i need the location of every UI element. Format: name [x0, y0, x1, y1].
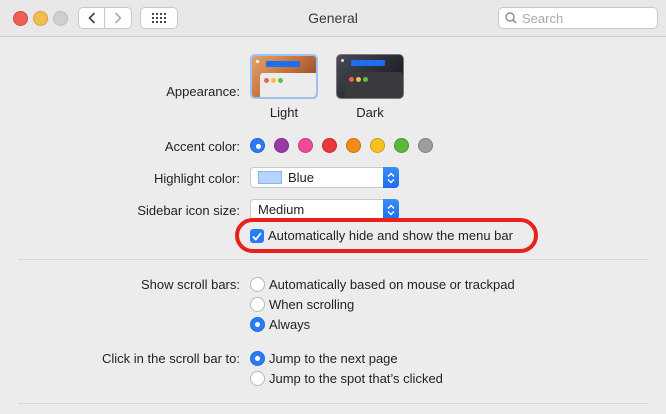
- preview-close-dot: [349, 77, 354, 82]
- show-scroll-bars-label: Show scroll bars:: [141, 277, 240, 292]
- scroll-bars-automatic-label[interactable]: Automatically based on mouse or trackpad: [269, 277, 515, 292]
- highlight-color-label: Highlight color:: [154, 171, 240, 186]
- appearance-dark-caption: Dark: [356, 105, 384, 120]
- preview-zoom-dot: [278, 78, 283, 83]
- scroll-bars-when-scrolling-label[interactable]: When scrolling: [269, 297, 354, 312]
- preview-selection-bar: [266, 61, 300, 67]
- appearance-label: Appearance:: [166, 84, 240, 99]
- preview-min-dot: [271, 78, 276, 83]
- accent-swatch-pink[interactable]: [298, 138, 313, 153]
- accent-swatch-red[interactable]: [322, 138, 337, 153]
- popup-stepper-icon: [383, 199, 399, 220]
- jump-next-page-label[interactable]: Jump to the next page: [269, 351, 398, 366]
- scroll-bars-always-label[interactable]: Always: [269, 317, 310, 332]
- accent-swatch-purple[interactable]: [274, 138, 289, 153]
- jump-to-spot-radio[interactable]: [250, 371, 265, 386]
- click-scroll-bar-label: Click in the scroll bar to:: [102, 351, 240, 366]
- scroll-bars-automatic-radio[interactable]: [250, 277, 265, 292]
- accent-swatch-orange[interactable]: [346, 138, 361, 153]
- preview-selection-bar: [351, 60, 385, 66]
- accent-swatch-graphite[interactable]: [418, 138, 433, 153]
- annotation-highlight-ring: [235, 218, 538, 253]
- highlight-color-popup[interactable]: Blue: [250, 167, 399, 188]
- apple-menu-dot: [341, 59, 344, 62]
- preview-close-dot: [264, 78, 269, 83]
- apple-menu-dot: [256, 60, 259, 63]
- scroll-bars-always-radio[interactable]: [250, 317, 265, 332]
- jump-next-page-radio[interactable]: [250, 351, 265, 366]
- section-divider: [18, 403, 648, 404]
- popup-stepper-icon: [383, 167, 399, 188]
- appearance-dark-option[interactable]: [336, 54, 404, 99]
- accent-swatch-green[interactable]: [394, 138, 409, 153]
- search-field[interactable]: Search: [498, 7, 658, 29]
- accent-swatch-yellow[interactable]: [370, 138, 385, 153]
- sidebar-icon-size-popup[interactable]: Medium: [250, 199, 399, 220]
- scroll-bars-when-scrolling-radio[interactable]: [250, 297, 265, 312]
- preview-min-dot: [356, 77, 361, 82]
- sidebar-icon-size-label: Sidebar icon size:: [137, 203, 240, 218]
- search-placeholder: Search: [522, 10, 564, 26]
- appearance-light-caption: Light: [269, 105, 299, 120]
- accent-swatch-blue[interactable]: [250, 138, 265, 153]
- preview-zoom-dot: [363, 77, 368, 82]
- title-bar: General Search: [0, 0, 666, 37]
- highlight-color-value: Blue: [288, 170, 315, 185]
- accent-color-label: Accent color:: [164, 139, 240, 154]
- sidebar-icon-size-value: Medium: [258, 202, 305, 217]
- preview-window: [260, 73, 316, 97]
- preview-window: [345, 72, 403, 98]
- highlight-color-swatch: [258, 171, 282, 184]
- jump-to-spot-label[interactable]: Jump to the spot that’s clicked: [269, 371, 443, 386]
- appearance-light-option[interactable]: [250, 54, 318, 99]
- section-divider: [18, 259, 648, 260]
- search-icon: [505, 12, 517, 24]
